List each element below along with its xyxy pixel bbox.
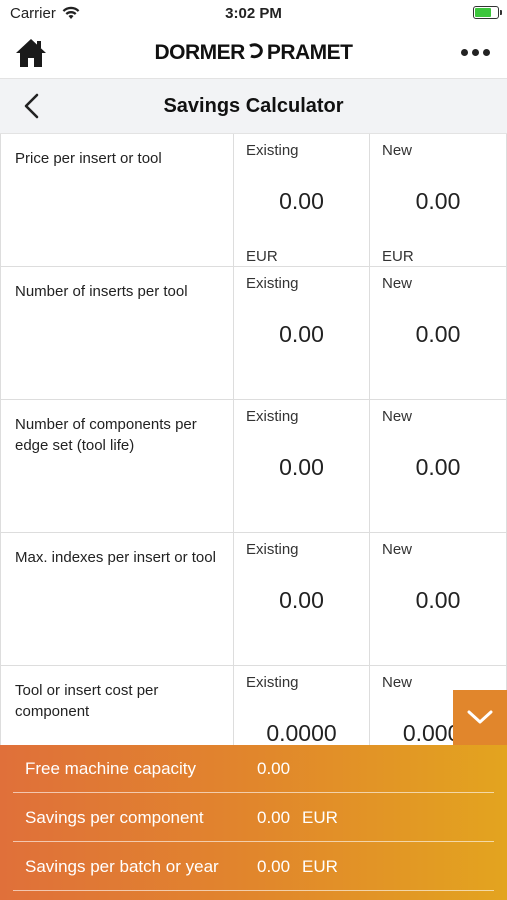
existing-header: Existing <box>246 541 299 558</box>
existing-header: Existing <box>246 275 299 292</box>
battery-charging-icon <box>473 6 502 19</box>
new-value-input[interactable]: 0.00 <box>370 454 506 481</box>
summary-label: Savings per batch or year <box>25 857 219 876</box>
summary-label: Savings per component <box>25 808 204 827</box>
summary-value: 0.00 <box>257 808 291 827</box>
brand-logo: DORMER PRAMET <box>0 41 507 65</box>
summary-row: Savings per component 0.00 EUR <box>13 794 494 842</box>
existing-value-input[interactable]: 0.00 <box>234 321 369 348</box>
row-inserts-per-tool: Number of inserts per tool Existing 0.00… <box>0 267 507 400</box>
chevron-down-icon <box>467 710 493 724</box>
new-value-input[interactable]: 0.00 <box>370 321 506 348</box>
row-label-cell: Number of components per edge set (tool … <box>0 400 234 532</box>
status-time: 3:02 PM <box>225 5 282 22</box>
existing-value-cell[interactable]: Existing 0.00 <box>234 533 370 665</box>
existing-value-cell[interactable]: Existing 0.00 <box>234 267 370 399</box>
row-label: Price per insert or tool <box>15 150 162 167</box>
existing-header: Existing <box>246 408 299 425</box>
new-value-cell[interactable]: New 0.00 EUR <box>370 134 507 266</box>
logo-text-left: DORMER <box>154 41 245 64</box>
existing-unit: EUR <box>246 248 278 265</box>
row-label: Tool or insert cost per component <box>15 682 159 720</box>
existing-header: Existing <box>246 674 299 691</box>
summary-panel: Free machine capacity 0.00 Savings per c… <box>0 745 507 900</box>
logo-text-right: PRAMET <box>266 41 353 64</box>
app-header: DORMER PRAMET <box>0 28 507 78</box>
logo-swirl-icon <box>248 43 263 59</box>
summary-value: 0.00 <box>257 759 291 778</box>
row-label-cell: Max. indexes per insert or tool <box>0 533 234 665</box>
row-label-cell: Price per insert or tool <box>0 134 234 266</box>
new-unit: EUR <box>382 248 414 265</box>
new-value-cell[interactable]: New 0.00 <box>370 400 507 532</box>
calculator-grid: Price per insert or tool Existing 0.00 E… <box>0 134 507 799</box>
row-label: Number of inserts per tool <box>15 283 188 300</box>
new-value-input[interactable]: 0.00 <box>370 587 506 614</box>
page-title: Savings Calculator <box>163 95 344 117</box>
new-header: New <box>382 408 413 425</box>
existing-value-input[interactable]: 0.00 <box>234 454 369 481</box>
nav-bar: Savings Calculator <box>0 78 507 134</box>
existing-header: Existing <box>246 142 299 159</box>
more-dots-icon[interactable] <box>461 48 491 58</box>
existing-value-cell[interactable]: Existing 0.00 <box>234 400 370 532</box>
row-max-indexes: Max. indexes per insert or tool Existing… <box>0 533 507 666</box>
row-price-per-insert: Price per insert or tool Existing 0.00 E… <box>0 134 507 267</box>
existing-value-input[interactable]: 0.00 <box>234 188 369 215</box>
new-header: New <box>382 541 413 558</box>
new-header: New <box>382 142 413 159</box>
new-value-cell[interactable]: New 0.00 <box>370 267 507 399</box>
summary-label: Free machine capacity <box>25 759 197 778</box>
summary-unit: EUR <box>302 857 338 876</box>
new-header: New <box>382 275 413 292</box>
summary-value: 0.00 <box>257 857 291 876</box>
collapse-summary-button[interactable] <box>453 690 507 745</box>
existing-value-input[interactable]: 0.00 <box>234 587 369 614</box>
row-label: Max. indexes per insert or tool <box>15 549 216 566</box>
existing-value-cell[interactable]: Existing 0.00 EUR <box>234 134 370 266</box>
new-value-input[interactable]: 0.00 <box>370 188 506 215</box>
row-components-per-edge-set: Number of components per edge set (tool … <box>0 400 507 533</box>
existing-value-output: 0.0000 <box>266 720 337 746</box>
summary-row: Savings per batch or year 0.00 EUR <box>13 843 494 891</box>
summary-row: Free machine capacity 0.00 <box>13 745 494 793</box>
new-header: New <box>382 674 413 691</box>
status-bar: Carrier 3:02 PM <box>0 0 507 28</box>
row-label-cell: Number of inserts per tool <box>0 267 234 399</box>
row-label: Number of components per edge set (tool … <box>15 416 197 454</box>
summary-unit: EUR <box>302 808 338 827</box>
new-value-cell[interactable]: New 0.00 <box>370 533 507 665</box>
